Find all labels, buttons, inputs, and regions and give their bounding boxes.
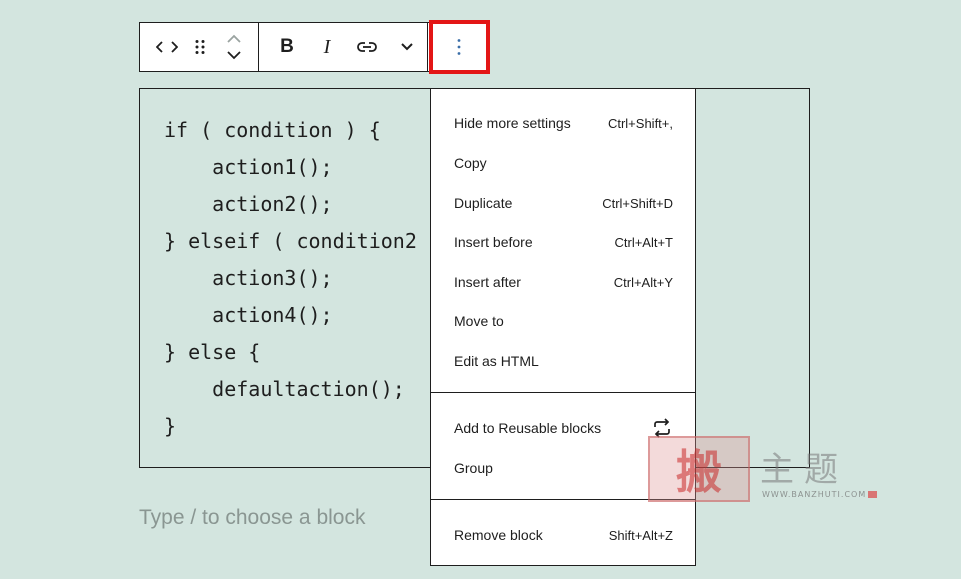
menu-item-label: Insert before: [454, 234, 533, 250]
more-rich-text-chevron-icon: [401, 43, 413, 51]
drag-handle-button[interactable]: [182, 23, 218, 71]
block-toolbar: B I: [139, 22, 490, 72]
code-content: if ( condition ) { action1(); action2();…: [164, 115, 417, 448]
chevron-down-icon[interactable]: [226, 50, 242, 60]
block-settings-menu: Hide more settings Ctrl+Shift+, Copy Dup…: [430, 88, 696, 566]
menu-item-hide-more-settings[interactable]: Hide more settings Ctrl+Shift+,: [454, 105, 673, 141]
code-line: action2();: [164, 192, 333, 216]
menu-item-label: Move to: [454, 313, 504, 329]
menu-divider: [431, 392, 695, 393]
bold-button[interactable]: B: [267, 23, 307, 71]
menu-item-label: Hide more settings: [454, 115, 571, 131]
menu-item-label: Remove block: [454, 527, 543, 543]
link-button[interactable]: [347, 23, 387, 71]
block-appender-placeholder[interactable]: Type / to choose a block: [139, 506, 365, 530]
code-line: action3();: [164, 266, 333, 290]
drag-handle-icon: [195, 40, 205, 54]
menu-item-label: Insert after: [454, 274, 521, 290]
menu-item-label: Duplicate: [454, 195, 513, 211]
more-rich-text-controls-button[interactable]: [387, 23, 427, 71]
menu-item-shortcut: Ctrl+Shift+D: [602, 195, 673, 211]
menu-item-edit-as-html[interactable]: Edit as HTML: [454, 343, 673, 379]
menu-item-duplicate[interactable]: Duplicate Ctrl+Shift+D: [454, 185, 673, 221]
italic-icon: I: [323, 35, 331, 58]
menu-item-shortcut: Ctrl+Shift+,: [607, 115, 673, 131]
code-line: }: [164, 414, 177, 438]
code-line: if ( condition ) {: [164, 118, 381, 142]
menu-item-shortcut: Ctrl+Alt+T: [614, 234, 673, 250]
code-icon: [156, 41, 178, 53]
menu-item-label: Group: [454, 460, 493, 476]
menu-item-shortcut: Shift+Alt+Z: [608, 527, 673, 543]
menu-item-label: Copy: [454, 155, 487, 171]
menu-item-group[interactable]: Group: [454, 450, 673, 486]
menu-item-insert-after[interactable]: Insert after Ctrl+Alt+Y: [454, 264, 673, 300]
formatting-group: B I: [259, 23, 428, 71]
code-block-type-button[interactable]: [152, 23, 182, 71]
menu-item-insert-before[interactable]: Insert before Ctrl+Alt+T: [454, 224, 673, 260]
watermark-dot: [868, 491, 877, 498]
menu-item-label: Edit as HTML: [454, 353, 539, 369]
menu-item-add-to-reusable-blocks[interactable]: Add to Reusable blocks: [454, 410, 673, 446]
menu-item-remove-block[interactable]: Remove block Shift+Alt+Z: [454, 517, 673, 553]
link-icon: [357, 42, 377, 52]
reusable-block-icon: [654, 418, 670, 438]
menu-divider: [431, 499, 695, 500]
code-line: defaultaction();: [164, 377, 405, 401]
block-mover: [218, 23, 250, 71]
code-line: } elseif ( condition2: [164, 229, 417, 253]
menu-item-copy[interactable]: Copy: [454, 145, 673, 181]
more-options-button[interactable]: [428, 23, 489, 71]
code-line: action1();: [164, 155, 333, 179]
chevron-up-icon[interactable]: [226, 34, 242, 44]
menu-item-label: Add to Reusable blocks: [454, 420, 602, 436]
watermark-url: WWW.BANZHUTI.COM: [762, 490, 867, 499]
menu-item-shortcut: Ctrl+Alt+Y: [613, 274, 673, 290]
code-line: } else {: [164, 340, 261, 364]
block-controls-group: [140, 23, 259, 71]
options-group: [428, 23, 489, 71]
italic-button[interactable]: I: [307, 23, 347, 71]
menu-item-move-to[interactable]: Move to: [454, 303, 673, 339]
bold-icon: B: [280, 36, 294, 57]
code-line: action4();: [164, 303, 333, 327]
vertical-ellipsis-icon: [457, 39, 460, 55]
